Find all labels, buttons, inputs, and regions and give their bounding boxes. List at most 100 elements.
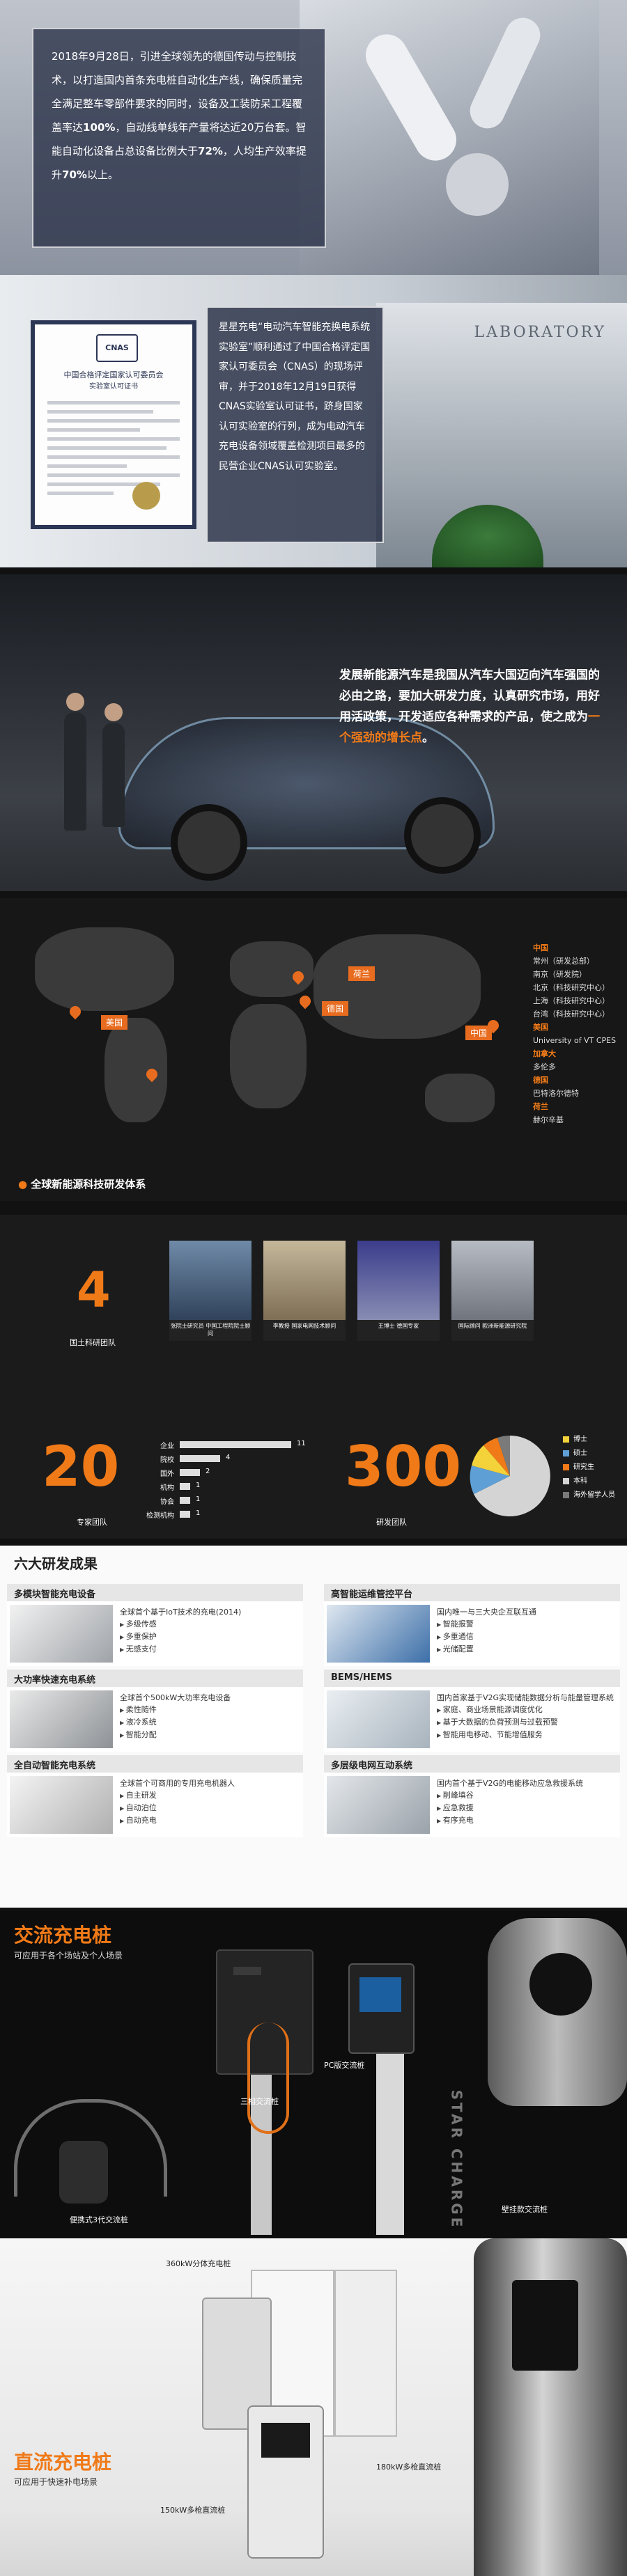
- result-card-line: 无感支付: [120, 1643, 300, 1656]
- wheel-image: [171, 804, 247, 881]
- expert-caption: 张院士研究员 中国工程院院士顾问: [169, 1320, 251, 1341]
- expert-caption: 李教授 国家电网技术顾问: [263, 1320, 346, 1341]
- location-pin-icon: ●: [18, 1178, 28, 1191]
- legend-item: 本科: [563, 1475, 615, 1489]
- asia-shape: [314, 934, 481, 1039]
- education-pie-chart: [470, 1436, 550, 1516]
- result-card-line: 自动充电: [120, 1814, 300, 1827]
- bar-value: 1: [196, 1509, 201, 1517]
- dc-150kw-screen: [261, 2423, 310, 2458]
- south-america-shape: [104, 1018, 167, 1122]
- vision-text: 发展新能源汽车是我国从汽车大国迈向汽车强国的必由之路，要加大研发力度，认真研究市…: [339, 668, 600, 745]
- result-card-line: 全球首个基于IoT技术的充电(2014): [120, 1608, 242, 1617]
- legend-item: 研究生: [563, 1461, 615, 1475]
- result-card-line: 基于大数据的负荷预测与过载预警: [437, 1716, 617, 1729]
- expert-photo: [169, 1241, 251, 1323]
- brand-text: STAR CHARGE: [448, 2089, 465, 2230]
- result-card-line: 智能分配: [120, 1729, 300, 1741]
- map-tag-germany: 德国: [322, 1001, 349, 1016]
- bar-label: 协会: [160, 1498, 174, 1506]
- lab-sign: LABORATORY: [474, 324, 606, 341]
- result-card-image: [327, 1690, 430, 1748]
- result-card-line: 应急救援: [437, 1802, 617, 1814]
- cnas-logo: CNAS: [96, 334, 138, 362]
- result-card-line: 国内唯一与三大央企互联互通: [437, 1608, 536, 1617]
- result-card-line: 有序充电: [437, 1814, 617, 1827]
- sidebar-site: 赫尔辛基: [533, 1115, 564, 1124]
- legend-label: 研究生: [573, 1463, 594, 1471]
- dc-150kw-label: 150kW多枪直流桩: [160, 2506, 226, 2515]
- map-tag-china: 中国: [465, 1026, 493, 1040]
- bar-label: 企业: [160, 1443, 174, 1450]
- map-tag-netherlands: 荷兰: [348, 966, 376, 981]
- bar-label: 国外: [160, 1470, 174, 1478]
- expert-caption: 王博士 德国专家: [357, 1320, 440, 1341]
- experts-number: 20: [42, 1434, 120, 1499]
- result-card-line: 国内首个基于V2G的电能移动应急救援系统: [437, 1779, 584, 1788]
- result-card-line: 多重通信: [437, 1631, 617, 1643]
- result-card: 大功率快速充电系统全球首个500kW大功率充电设备柔性随件液冷系统智能分配: [7, 1670, 303, 1752]
- staff-number: 300: [345, 1434, 461, 1499]
- bar-value: 1: [196, 1495, 201, 1503]
- bar-label: 机构: [160, 1484, 174, 1492]
- expert-photo: [451, 1241, 534, 1323]
- wall-charger-label: 壁挂款交流桩: [502, 2205, 548, 2214]
- result-card-line: 光储配置: [437, 1643, 617, 1656]
- result-card-line: 全球首个500kW大功率充电设备: [120, 1693, 231, 1702]
- experts-label: 专家团队: [77, 1518, 107, 1527]
- cert-text: 星星充电“电动汽车智能充换电系统实验室”顺利通过了中国合格评定国家认可委员会（C…: [219, 322, 371, 472]
- bar-label: 院校: [160, 1456, 174, 1464]
- bar: [180, 1511, 190, 1518]
- pc-charger-screen: [359, 1977, 401, 2012]
- result-card-line: 多级传感: [120, 1618, 300, 1631]
- result-card-line: 全球首个可商用的专用充电机器人: [120, 1779, 235, 1788]
- map-sidebar: 中国 常州（研发总部） 南京（研发院） 北京（科技研究中心） 上海（科技研究中心…: [533, 941, 616, 1126]
- result-card: BEMS/HEMS 国内首家基于V2G实现储能数据分析与能量管理系统家庭、商业场景…: [324, 1670, 620, 1752]
- portable-charger-label: 便携式3代交流桩: [70, 2215, 128, 2224]
- north-america-shape: [35, 927, 174, 1011]
- bar-value: 4: [226, 1454, 231, 1461]
- expert-photo: [357, 1241, 440, 1323]
- world-map: [7, 913, 516, 1150]
- sidebar-country: 中国: [533, 943, 548, 952]
- bar: [180, 1469, 200, 1476]
- result-card-text: 国内首家基于V2G实现储能数据分析与能量管理系统家庭、商业场景能源调度优化基于大…: [437, 1692, 617, 1741]
- result-card-text: 国内首个基于V2G的电能移动应急救援系统削峰填谷应急救援有序充电: [437, 1777, 617, 1827]
- dc-cabinet-image: [334, 2270, 397, 2437]
- robot-joint-image: [446, 153, 509, 216]
- result-card-title: 大功率快速充电系统: [7, 1670, 303, 1687]
- intro-textbox: 2018年9月28日，引进全球领先的德国传动与控制技术，以打造国内首条充电桩自动…: [32, 28, 326, 248]
- bar-label: 检测机构: [146, 1512, 174, 1520]
- bar-value: 1: [196, 1482, 201, 1489]
- sidebar-site: 常州（研发总部）: [533, 957, 594, 966]
- sidebar-site: 上海（科技研究中心）: [533, 996, 610, 1005]
- wall-charger-panel: [529, 1953, 592, 2016]
- pc-charger-label: PC版交流桩: [324, 2061, 365, 2070]
- result-card-text: 全球首个基于IoT技术的充电(2014)多级传感多重保护无感支付: [120, 1606, 300, 1656]
- sidebar-country: 荷兰: [533, 1102, 548, 1111]
- pie-legend: 博士 硕士 研究生 本科 海外留学人员: [563, 1433, 615, 1502]
- legend-item: 海外留学人员: [563, 1489, 615, 1502]
- result-card-text: 全球首个可商用的专用充电机器人自主研发自动泊位自动充电: [120, 1777, 300, 1827]
- result-card: 高智能运维管控平台国内唯一与三大央企互联互通智能报警多重通信光储配置: [324, 1584, 620, 1666]
- certificate-seal: [132, 482, 160, 510]
- legend-label: 本科: [573, 1477, 587, 1485]
- sidebar-site: 南京（研发院）: [533, 970, 587, 979]
- result-card-title: BEMS/HEMS: [324, 1670, 620, 1687]
- result-card-line: 削峰填谷: [437, 1789, 617, 1802]
- three-phase-label: 三相交流桩: [240, 2097, 279, 2106]
- result-card-title: 高智能运维管控平台: [324, 1584, 620, 1601]
- efficiency-value: 70%: [62, 168, 87, 181]
- sidebar-site: 多伦多: [533, 1062, 556, 1071]
- bar-value: 11: [297, 1440, 306, 1447]
- dc-360kw-label: 360kW分体充电桩: [166, 2259, 231, 2268]
- person-figure: [102, 723, 125, 827]
- legend-item: 博士: [563, 1433, 615, 1447]
- charging-cable: [247, 2023, 289, 2134]
- dc-charger-subtitle: 可应用于快速补电场景: [14, 2477, 98, 2487]
- sidebar-country: 德国: [533, 1076, 548, 1085]
- person-head: [66, 693, 84, 711]
- result-card-image: [327, 1776, 430, 1834]
- bar: [180, 1483, 190, 1490]
- result-card-line: 家庭、商业场景能源调度优化: [437, 1704, 617, 1716]
